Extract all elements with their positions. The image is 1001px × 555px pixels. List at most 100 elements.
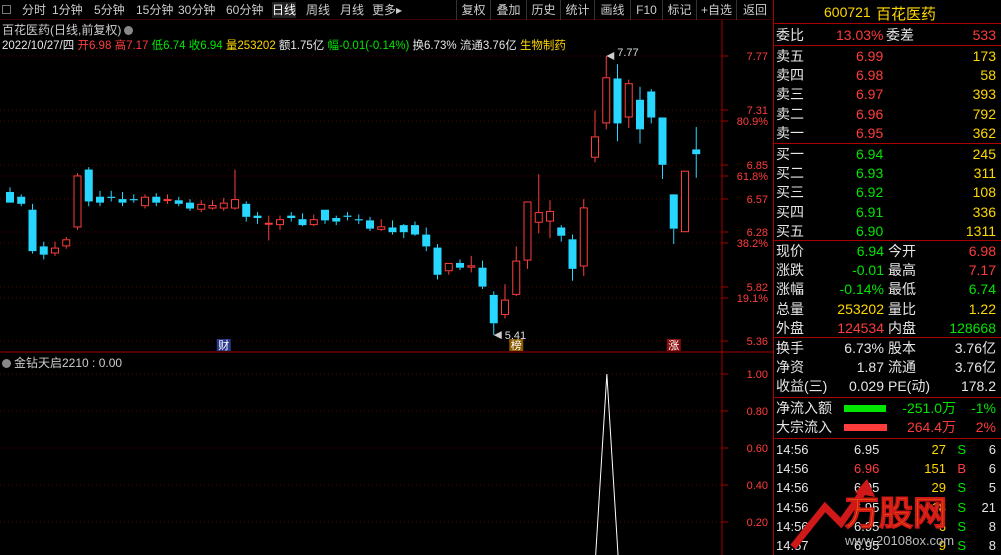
candle[interactable]	[512, 246, 521, 297]
candle[interactable]	[568, 234, 577, 281]
candle[interactable]	[591, 110, 599, 163]
candle[interactable]	[489, 291, 498, 336]
candle[interactable]	[624, 79, 633, 129]
fund-label: 流通	[888, 359, 916, 376]
candle-body	[242, 203, 251, 217]
candle[interactable]	[411, 221, 419, 236]
candle[interactable]	[242, 201, 251, 222]
candle[interactable]	[163, 194, 172, 204]
candle[interactable]	[523, 201, 532, 269]
candle[interactable]	[62, 236, 71, 249]
candle[interactable]	[354, 214, 363, 224]
candle-body	[613, 78, 622, 124]
candle[interactable]	[152, 193, 161, 207]
fund-value: 6.73%	[844, 340, 884, 356]
candle[interactable]	[388, 220, 397, 235]
ask-row: 卖三 6.97 393	[774, 85, 1001, 104]
watermark-url: www.20108ox.com	[844, 533, 954, 548]
candle[interactable]	[253, 212, 262, 224]
candle[interactable]	[399, 223, 408, 239]
candle[interactable]	[17, 194, 26, 207]
candle[interactable]	[669, 194, 678, 245]
candle-body	[647, 91, 656, 118]
candle[interactable]	[557, 225, 566, 242]
indicator-axis-label: 1.00	[747, 369, 768, 381]
candle[interactable]	[658, 117, 667, 179]
candle[interactable]	[118, 191, 127, 207]
candle[interactable]	[433, 244, 442, 280]
stat-label: 总量	[776, 300, 804, 317]
stat-row: 总量 253202 量比 1.22	[774, 300, 1001, 319]
candle[interactable]	[287, 212, 296, 222]
ask-label: 卖三	[776, 86, 804, 103]
ask-row: 卖四 6.98 58	[774, 66, 1001, 85]
candle[interactable]	[467, 255, 476, 273]
candle[interactable]	[219, 197, 228, 211]
candle[interactable]	[141, 194, 149, 209]
candle[interactable]	[309, 214, 318, 227]
fund-value: 3.76亿	[954, 359, 996, 376]
flow-value: -251.0万	[902, 400, 956, 416]
ask-row: 卖一 6.95 362	[774, 124, 1001, 143]
stat-value: 6.94	[856, 243, 884, 259]
event-tag-label: 财	[218, 338, 229, 352]
watermark-logo: 万股网 www.20108ox.com	[790, 479, 954, 550]
candle[interactable]	[681, 170, 689, 233]
candle[interactable]	[579, 199, 588, 276]
stat-value: 6.74	[968, 281, 996, 298]
stat-row: 现价 6.94 今开 6.98	[774, 242, 1001, 261]
candle[interactable]	[264, 215, 273, 241]
candle[interactable]	[186, 199, 194, 211]
kline-chart[interactable]: 7.777.3180.9%6.8561.8%6.576.2838.2%5.821…	[0, 0, 773, 555]
candle[interactable]	[636, 86, 644, 144]
candle[interactable]	[613, 64, 622, 142]
candle[interactable]	[692, 126, 701, 178]
candle[interactable]	[456, 259, 464, 271]
candle[interactable]	[6, 187, 14, 203]
candle-body	[231, 199, 239, 209]
ask-row: 卖五 6.99 173	[774, 47, 1001, 66]
candle[interactable]	[377, 219, 386, 232]
candle[interactable]	[647, 89, 656, 124]
candle[interactable]	[174, 196, 183, 207]
candle[interactable]	[321, 209, 329, 224]
candle-body	[692, 149, 701, 155]
candle[interactable]	[534, 174, 543, 234]
candle[interactable]	[28, 203, 37, 254]
candle[interactable]	[332, 215, 341, 226]
candle[interactable]	[501, 284, 509, 319]
candle[interactable]	[444, 262, 453, 275]
candle-body	[354, 219, 363, 221]
candle[interactable]	[422, 227, 431, 252]
candle-body	[377, 226, 386, 230]
candle-body	[118, 199, 127, 203]
stat-label: 外盘	[776, 319, 804, 336]
candle[interactable]	[276, 215, 284, 230]
candle[interactable]	[73, 173, 82, 230]
candle[interactable]	[107, 190, 116, 202]
tick-time: 14:56	[776, 442, 809, 457]
candle[interactable]	[298, 213, 307, 227]
price-axis-label: 80.9%	[737, 116, 768, 128]
candle[interactable]	[208, 200, 217, 210]
candle-body	[467, 265, 476, 268]
candle[interactable]	[51, 241, 59, 256]
stat-value: -0.14%	[839, 281, 884, 298]
candle[interactable]	[84, 167, 93, 207]
candle[interactable]	[197, 200, 206, 213]
fund-flow-row: 大宗流入 264.4万 2%	[774, 418, 1001, 437]
candle-body	[681, 170, 689, 233]
candle[interactable]	[39, 241, 48, 260]
ask-price: 6.98	[856, 67, 884, 84]
candle-body	[591, 136, 599, 158]
weibi-row: 委比 13.03% 委差 533	[774, 26, 1001, 45]
candle[interactable]	[478, 260, 487, 289]
indicator-settings-icon[interactable]	[2, 359, 11, 368]
candle-body	[84, 169, 93, 202]
stat-row: 外盘 124534 内盘 128668	[774, 319, 1001, 338]
candle-body	[489, 294, 498, 324]
candle[interactable]	[343, 212, 352, 221]
candle[interactable]	[602, 56, 611, 130]
candle[interactable]	[96, 190, 104, 207]
candle[interactable]	[366, 216, 374, 232]
